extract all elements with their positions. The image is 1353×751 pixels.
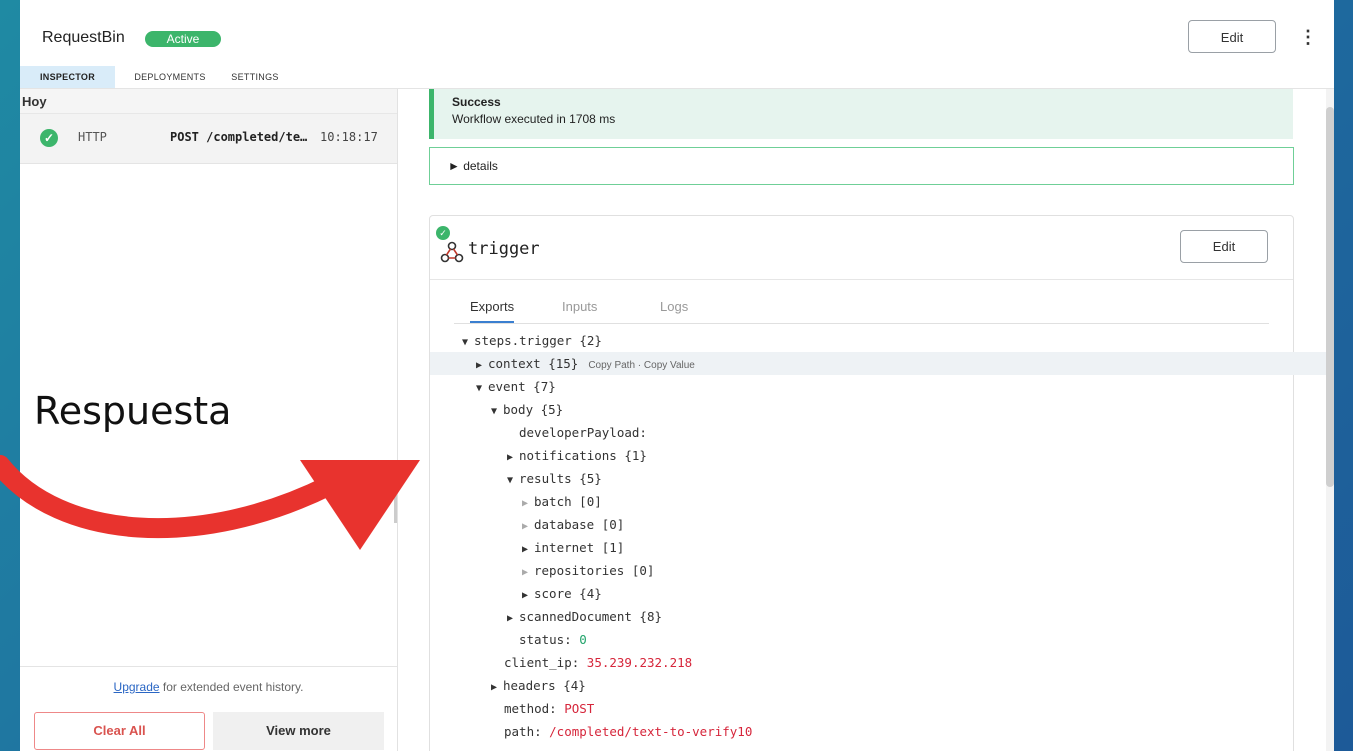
step-card: ✓ trigger Edit Exports Inputs Logs ▼ step… bbox=[429, 215, 1334, 751]
tree-node[interactable]: ▼ results {5} bbox=[430, 467, 1334, 490]
tab-settings[interactable]: SETTINGS bbox=[225, 66, 285, 88]
tab-inputs[interactable]: Inputs bbox=[562, 299, 597, 321]
tree-node[interactable]: ▶ batch [0] bbox=[430, 490, 1334, 513]
event-path: POST /completed/te… bbox=[170, 130, 308, 144]
step-title: trigger bbox=[468, 239, 540, 259]
view-more-button[interactable]: View more bbox=[213, 712, 384, 750]
main-tabs: INSPECTOR DEPLOYMENTS SETTINGS bbox=[20, 66, 1334, 89]
tree-node[interactable]: developerPayload: bbox=[430, 421, 1334, 444]
tree-node[interactable]: ▼ event {7} bbox=[430, 375, 1334, 398]
scrollbar-thumb[interactable] bbox=[1326, 107, 1334, 487]
step-tabs: Exports Inputs Logs bbox=[454, 299, 1269, 324]
status-badge: Active bbox=[145, 31, 221, 47]
copy-hint[interactable]: Copy Path · Copy Value bbox=[588, 360, 695, 371]
inspector-panel: Success Workflow executed in 1708 ms ► d… bbox=[398, 89, 1334, 751]
tree-node[interactable]: ▶ database [0] bbox=[430, 513, 1334, 536]
annotation-arrow-icon bbox=[0, 455, 420, 550]
upgrade-link[interactable]: Upgrade bbox=[114, 680, 160, 694]
edit-button[interactable]: Edit bbox=[1188, 20, 1276, 53]
clear-all-button[interactable]: Clear All bbox=[34, 712, 205, 750]
success-banner: Success Workflow executed in 1708 ms bbox=[429, 89, 1293, 139]
tree-node[interactable]: ▶ repositories [0] bbox=[430, 559, 1334, 582]
event-type: HTTP bbox=[78, 130, 107, 144]
tree-node[interactable]: ▶ score {4} bbox=[430, 582, 1334, 605]
tree-node[interactable]: path: /completed/text-to-verify10 bbox=[430, 720, 1334, 743]
tree-node[interactable]: status: 0 bbox=[430, 628, 1334, 651]
app-window: RequestBin Active Edit ⋮ INSPECTOR DEPLO… bbox=[20, 0, 1334, 751]
tree-node[interactable]: ▶ headers {4} bbox=[430, 674, 1334, 697]
event-group-header: Hoy bbox=[20, 89, 397, 114]
tree-node[interactable]: client_ip: 35.239.232.218 bbox=[430, 651, 1334, 674]
top-bar: RequestBin Active Edit ⋮ bbox=[20, 0, 1334, 66]
tree-node[interactable]: ▶ context {15} Copy Path · Copy Value bbox=[430, 352, 1334, 375]
tree-node[interactable]: ▶ internet [1] bbox=[430, 536, 1334, 559]
more-options-icon[interactable]: ⋮ bbox=[1299, 26, 1317, 48]
success-check-icon: ✓ bbox=[40, 129, 58, 147]
tab-exports[interactable]: Exports bbox=[470, 299, 515, 323]
success-message: Workflow executed in 1708 ms bbox=[452, 112, 616, 126]
app-title: RequestBin bbox=[42, 29, 125, 46]
tree-node[interactable]: ▼ steps.trigger {2} bbox=[430, 329, 1325, 352]
webhook-icon bbox=[440, 241, 464, 263]
tab-deployments[interactable]: DEPLOYMENTS bbox=[115, 66, 225, 88]
event-time: 10:18:17 bbox=[320, 130, 378, 144]
step-edit-button[interactable]: Edit bbox=[1180, 230, 1268, 263]
upgrade-text: for extended event history. bbox=[159, 680, 304, 694]
tree-node[interactable]: ▶ scannedDocument {8} bbox=[430, 605, 1334, 628]
event-row[interactable]: ✓ HTTP POST /completed/te… 10:18:17 bbox=[20, 114, 397, 164]
annotation-label: Respuesta bbox=[34, 389, 232, 433]
tree-node[interactable]: method: POST bbox=[430, 697, 1334, 720]
success-title: Success bbox=[452, 95, 501, 109]
upgrade-note: Upgrade for extended event history. bbox=[20, 666, 397, 694]
tree-node[interactable]: ▼ body {5} bbox=[430, 398, 1334, 421]
details-toggle[interactable]: ► details bbox=[429, 147, 1294, 185]
step-header: ✓ trigger Edit bbox=[430, 216, 1293, 280]
tab-logs[interactable]: Logs bbox=[660, 299, 688, 321]
tab-inspector[interactable]: INSPECTOR bbox=[20, 66, 115, 88]
step-success-icon: ✓ bbox=[436, 226, 450, 240]
tree-node[interactable]: ▶ notifications {1} bbox=[430, 444, 1334, 467]
